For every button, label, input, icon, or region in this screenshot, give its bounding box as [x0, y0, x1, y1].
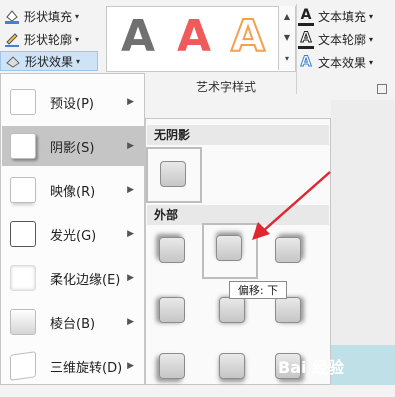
chevron-right-icon: ▶	[127, 141, 134, 151]
menu-item-label: 阴影(S)	[50, 140, 95, 156]
dropdown-arrow-icon: ▾	[369, 34, 374, 44]
dropdown-arrow-icon: ▾	[75, 11, 80, 21]
shape-effects-button[interactable]: 形状效果 ▾	[0, 51, 98, 71]
menu-item-label: 映像(R)	[50, 184, 96, 200]
no-shadow-header: 无阴影	[147, 125, 329, 145]
chevron-right-icon: ▶	[127, 361, 134, 371]
text-outline-button[interactable]: A 文本轮廓 ▾	[298, 29, 373, 49]
text-fill-button[interactable]: A 文本填充 ▾	[298, 6, 373, 26]
menu-item-label: 预设(P)	[50, 96, 94, 112]
dialog-launcher-icon[interactable]	[377, 84, 387, 94]
shadow-option-outer-left[interactable]	[146, 287, 198, 339]
text-fill-icon: A	[298, 7, 314, 26]
shadow-icon	[10, 133, 36, 159]
shadow-option-outer-top[interactable]	[202, 223, 258, 279]
shadow-swatch-icon	[159, 353, 185, 379]
glow-icon	[10, 221, 36, 247]
outer-shadow-header: 外部	[147, 205, 329, 225]
shape-effects-label: 形状效果	[25, 54, 74, 69]
wordart-sample-red[interactable]: A	[177, 11, 211, 62]
shape-effects-icon	[5, 53, 21, 69]
shadow-swatch-icon	[219, 353, 245, 379]
gallery-more-icon[interactable]: ▾	[279, 48, 295, 69]
ribbon-divider	[296, 4, 297, 94]
text-outline-icon: A	[298, 29, 314, 49]
shape-outline-label: 形状轮廓	[24, 32, 73, 47]
text-fill-label: 文本填充	[318, 9, 367, 24]
shape-fill-label: 形状填充	[24, 9, 73, 24]
shadow-option-outer-top-left[interactable]	[146, 227, 198, 279]
dropdown-arrow-icon: ▾	[75, 34, 80, 44]
menu-item-label: 棱台(B)	[50, 316, 96, 332]
menu-item-glow[interactable]: 发光(G) ▶	[2, 214, 144, 254]
shape-outline-button[interactable]: 形状轮廓 ▾	[0, 29, 96, 49]
soft-edges-icon	[10, 265, 36, 291]
chevron-right-icon: ▶	[127, 317, 134, 327]
shadow-swatch-icon	[160, 161, 186, 187]
shadow-swatch-icon	[159, 237, 185, 263]
3d-rotation-icon	[10, 351, 36, 381]
menu-item-reflection[interactable]: 映像(R) ▶	[2, 170, 144, 210]
shadow-option-outer-top-right[interactable]	[262, 227, 314, 279]
shadow-swatch-icon	[159, 297, 185, 323]
menu-item-3d-rotation[interactable]: 三维旋转(D) ▶	[2, 346, 144, 386]
gallery-scrollbar[interactable]: ▲ ▼ ▾	[278, 6, 295, 70]
chevron-right-icon: ▶	[127, 229, 134, 239]
text-effects-label: 文本效果	[318, 55, 367, 70]
chevron-right-icon: ▶	[127, 185, 134, 195]
dropdown-arrow-icon: ▾	[369, 57, 374, 67]
document-background	[331, 100, 395, 385]
shadow-option-outer-bottom[interactable]	[206, 345, 258, 397]
shadow-option-outer-bottom-left[interactable]	[146, 345, 198, 397]
watermark: Bai 经验	[278, 358, 345, 377]
shadow-swatch-icon	[216, 235, 242, 261]
menu-item-bevel[interactable]: 棱台(B) ▶	[2, 302, 144, 342]
text-effects-icon: A	[300, 54, 312, 71]
menu-item-preset[interactable]: 预设(P) ▶	[2, 82, 144, 122]
chevron-right-icon: ▶	[127, 273, 134, 283]
wordart-gallery[interactable]: A A A	[106, 6, 296, 72]
paint-bucket-icon	[4, 8, 20, 24]
scroll-up-icon[interactable]: ▲	[279, 6, 295, 27]
menu-item-label: 三维旋转(D)	[50, 360, 123, 376]
shape-fill-button[interactable]: 形状填充 ▾	[0, 6, 96, 26]
pencil-icon	[4, 31, 20, 47]
wordart-sample-orange[interactable]: A	[230, 10, 266, 63]
bevel-icon	[10, 309, 36, 335]
menu-item-soft-edges[interactable]: 柔化边缘(E) ▶	[2, 258, 144, 298]
text-effects-button[interactable]: A 文本效果 ▾	[298, 52, 373, 72]
shadow-swatch-icon	[219, 297, 245, 323]
shape-effects-menu: 预设(P) ▶ 阴影(S) ▶ 映像(R) ▶ 发光(G) ▶ 柔化边缘(E) …	[0, 73, 145, 385]
offset-tooltip: 偏移: 下	[229, 281, 287, 299]
dropdown-arrow-icon: ▾	[369, 11, 374, 21]
menu-item-label: 发光(G)	[50, 228, 97, 244]
preset-icon	[10, 89, 36, 115]
menu-item-shadow[interactable]: 阴影(S) ▶	[2, 126, 144, 166]
wordart-sample-gray[interactable]: A	[121, 11, 155, 62]
reflection-icon	[10, 177, 36, 203]
shadow-swatch-icon	[275, 237, 301, 263]
shadow-submenu: 无阴影 外部	[145, 118, 331, 385]
dropdown-arrow-icon: ▾	[76, 56, 81, 66]
shadow-swatch-icon	[275, 297, 301, 323]
no-shadow-option[interactable]	[146, 147, 202, 203]
wordart-group-label: 艺术字样式	[196, 80, 257, 94]
scroll-down-icon[interactable]: ▼	[279, 27, 295, 48]
menu-item-label: 柔化边缘(E)	[50, 272, 121, 288]
text-outline-label: 文本轮廓	[318, 32, 367, 47]
chevron-right-icon: ▶	[127, 97, 134, 107]
